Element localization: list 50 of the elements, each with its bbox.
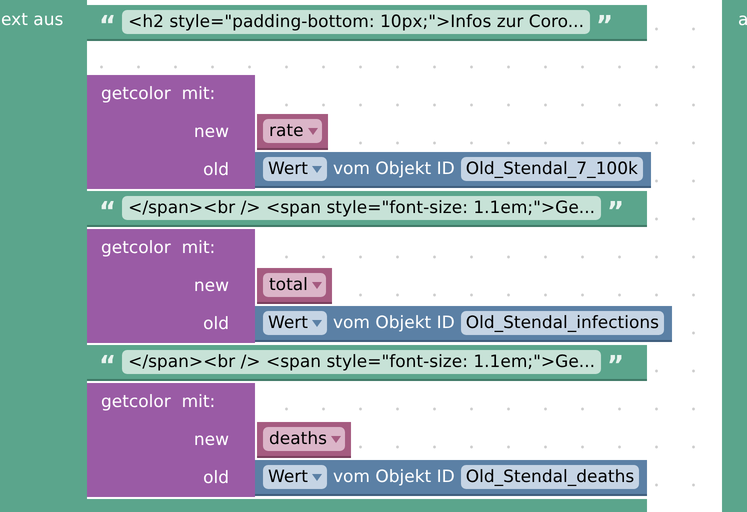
text-block[interactable]: “ </span><br /> <span style="font-size: 1.1em;">Ge... ” [87, 345, 647, 381]
close-quote: ” [607, 350, 624, 379]
caret-icon [312, 474, 322, 480]
open-quote: “ [99, 350, 116, 379]
text-block[interactable]: “ </span><br /> <span style="font-size: 1.1em;">Ge... ” [87, 191, 647, 227]
object-id-field[interactable]: Old_Stendal_deaths [460, 465, 640, 489]
argument-label: old [203, 160, 229, 180]
caret-icon [312, 320, 322, 326]
object-value-block[interactable]: Wert vom Objekt ID Old_Stendal_deaths [255, 460, 648, 496]
property-dropdown[interactable]: Wert [263, 311, 327, 335]
object-value-block[interactable]: Wert vom Objekt ID Old_Stendal_7_100k [255, 152, 651, 188]
function-name: getcolor mit: [101, 392, 216, 412]
block-label: vom Objekt ID [332, 467, 455, 487]
open-quote: “ [99, 196, 116, 225]
function-name: getcolor mit: [101, 238, 216, 258]
function-block-header[interactable]: getcolor mit: [87, 75, 255, 113]
function-name: getcolor mit: [101, 84, 216, 104]
object-value-block[interactable]: Wert vom Objekt ID Old_Stendal_infections [255, 306, 672, 342]
argument-label: new [194, 276, 229, 296]
caret-icon [330, 436, 341, 442]
variable-block[interactable]: deaths [257, 422, 351, 458]
function-block-header[interactable]: getcolor mit: [87, 229, 255, 267]
property-dropdown[interactable]: Wert [263, 465, 327, 489]
argument-label: new [194, 122, 229, 142]
open-quote: “ [99, 10, 116, 39]
argument-label: new [194, 430, 229, 450]
variable-dropdown[interactable]: deaths [263, 427, 345, 451]
text-field[interactable]: </span><br /> <span style="font-size: 1.1em;">Ge... [122, 196, 602, 220]
close-quote: ” [596, 10, 614, 39]
block-label: a [738, 10, 747, 30]
caret-icon [308, 128, 318, 134]
caret-icon [312, 282, 322, 288]
block-label: ext aus [1, 10, 64, 30]
text-block[interactable]: “ <h2 style="padding-bottom: 10px;">Infos zur Coro... ” [87, 5, 647, 41]
close-quote: ” [607, 196, 624, 225]
variable-dropdown[interactable]: total [263, 273, 326, 297]
block-label: vom Objekt ID [332, 313, 455, 333]
property-dropdown[interactable]: Wert [263, 157, 327, 181]
object-id-field[interactable]: Old_Stendal_infections [460, 311, 664, 335]
argument-label: old [203, 468, 229, 488]
text-field[interactable]: </span><br /> <span style="font-size: 1.1em;">Ge... [122, 350, 602, 374]
argument-label: old [203, 314, 229, 334]
variable-block[interactable]: rate [257, 114, 328, 150]
variable-dropdown[interactable]: rate [263, 119, 322, 143]
object-id-field[interactable]: Old_Stendal_7_100k [460, 157, 643, 181]
text-field[interactable]: <h2 style="padding-bottom: 10px;">Infos zur Coro... [122, 10, 590, 34]
caret-icon [312, 166, 322, 172]
block-label: vom Objekt ID [332, 159, 455, 179]
variable-block[interactable]: total [257, 268, 332, 304]
function-block-header[interactable]: getcolor mit: [87, 383, 255, 421]
